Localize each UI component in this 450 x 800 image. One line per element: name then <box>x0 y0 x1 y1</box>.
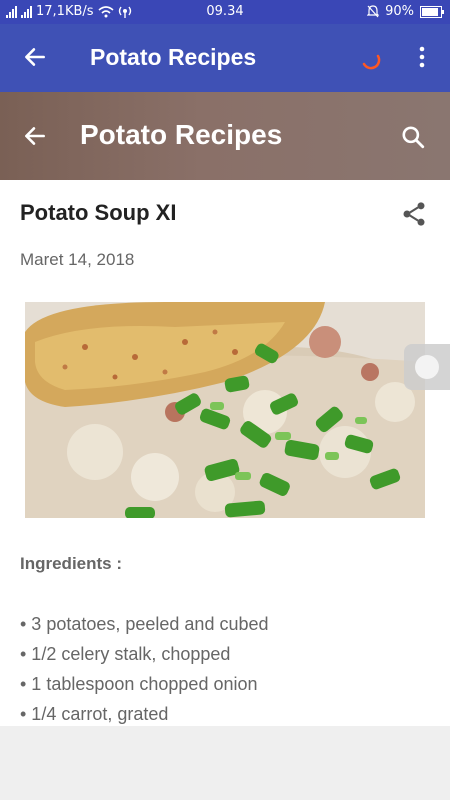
back-arrow-icon[interactable] <box>22 123 48 149</box>
status-bar: 17,1KB/s 09.34 90% <box>0 0 450 24</box>
share-icon[interactable] <box>400 200 428 228</box>
search-icon[interactable] <box>400 124 426 150</box>
back-arrow-icon[interactable] <box>22 44 48 70</box>
bottom-area <box>0 726 450 800</box>
list-item: • 3 potatoes, peeled and cubed <box>20 614 269 634</box>
post-date: Maret 14, 2018 <box>20 250 135 269</box>
battery-percent: 90% <box>385 4 414 19</box>
blog-title: Potato Recipes <box>80 119 283 150</box>
post-title: Potato Soup XI <box>20 200 177 225</box>
web-header: Potato Recipes <box>0 92 450 180</box>
app-bar: Potato Recipes <box>0 24 450 92</box>
floating-assist-button[interactable] <box>404 344 450 390</box>
assist-dot-icon <box>415 355 439 379</box>
ingredients-heading: Ingredients : <box>20 554 123 573</box>
post-content: Potato Soup XI Maret 14, 2018 Ingredient… <box>0 180 450 726</box>
list-item: • 1/4 carrot, grated <box>20 704 169 724</box>
app-title: Potato Recipes <box>90 44 257 70</box>
more-vert-icon[interactable] <box>410 44 434 70</box>
loading-spinner-icon <box>362 54 381 70</box>
list-item: • 1 tablespoon chopped onion <box>20 674 258 694</box>
post-image[interactable] <box>25 302 425 518</box>
list-item: • 1/2 celery stalk, chopped <box>20 644 231 664</box>
battery-icon <box>420 5 444 18</box>
ingredients-list: • 3 potatoes, peeled and cubed • 1/2 cel… <box>20 614 269 726</box>
notifications-off-icon <box>367 5 380 18</box>
